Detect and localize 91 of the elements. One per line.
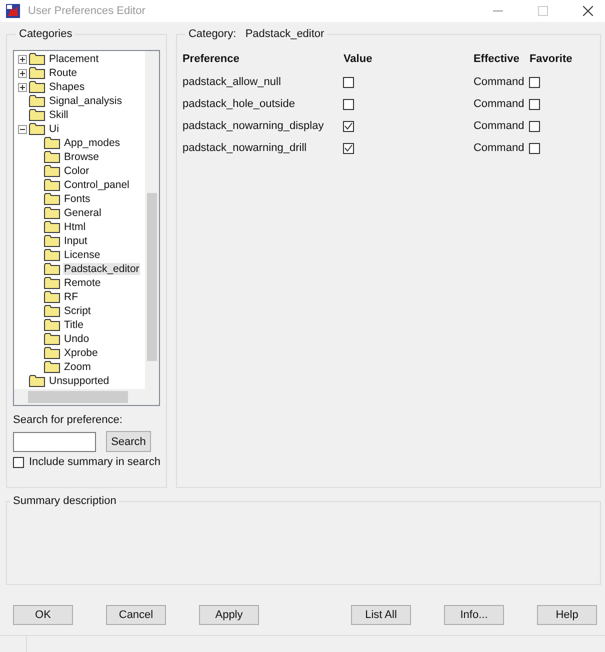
preference-name: padstack_hole_outside — [182, 97, 296, 111]
folder-icon — [29, 95, 45, 107]
checkbox-label: Include summary in search — [29, 456, 160, 468]
tree-item[interactable]: Xprobe — [63, 347, 99, 359]
tree-item[interactable]: Remote — [63, 277, 102, 289]
folder-icon — [44, 263, 60, 275]
expand-icon[interactable] — [18, 54, 27, 64]
tree-item[interactable]: Shapes — [48, 81, 86, 93]
value-checkbox[interactable] — [343, 120, 354, 132]
tree-item[interactable]: License — [63, 249, 102, 261]
folder-icon — [44, 319, 60, 331]
collapse-icon[interactable] — [18, 124, 27, 134]
tree-item[interactable]: Input — [63, 235, 88, 247]
dialog-button[interactable]: List All — [351, 605, 411, 625]
search-label: Search for preference: — [13, 414, 124, 426]
tree-item[interactable]: Browse — [63, 151, 100, 163]
dialog-button[interactable]: Help — [537, 605, 597, 625]
effective-cell-text: Command — [473, 141, 526, 155]
folder-icon — [29, 67, 45, 79]
folder-icon — [44, 291, 60, 303]
tree-item[interactable]: Zoom — [63, 361, 92, 373]
folder-icon — [29, 81, 45, 93]
close-icon[interactable] — [583, 6, 593, 16]
category-name: Padstack_editor — [245, 28, 324, 40]
dialog-button[interactable]: Info... — [444, 605, 504, 625]
folder-icon — [29, 109, 45, 121]
tree-item[interactable]: Undo — [63, 333, 90, 345]
column-header: Favorite — [529, 52, 574, 66]
search-button[interactable]: Search — [106, 431, 151, 452]
folder-icon — [44, 137, 60, 149]
folder-icon — [44, 347, 60, 359]
effective-cell-text: Command — [473, 75, 526, 89]
tree-item[interactable]: Padstack_editor — [63, 263, 140, 275]
favorite-checkbox[interactable] — [529, 76, 540, 88]
favorite-checkbox[interactable] — [529, 120, 540, 132]
tree-item[interactable]: Skill — [48, 109, 70, 121]
group-title: Summary description — [12, 495, 118, 507]
preference-name: padstack_allow_null — [182, 75, 282, 89]
folder-icon — [44, 207, 60, 219]
favorite-checkbox[interactable] — [529, 98, 540, 110]
horizontal-scrollbar[interactable] — [14, 389, 160, 405]
column-header: Value — [343, 52, 374, 66]
tree-item[interactable]: Html — [63, 221, 87, 233]
checkbox[interactable] — [13, 456, 24, 468]
column-header: Preference — [182, 52, 240, 66]
tree-item[interactable]: Fonts — [63, 193, 92, 205]
group-title: Categories — [18, 28, 74, 40]
folder-icon — [44, 361, 60, 373]
folder-icon — [44, 305, 60, 317]
folder-icon — [44, 179, 60, 191]
folder-icon — [44, 277, 60, 289]
tree-item[interactable]: Color — [63, 165, 90, 177]
search-field[interactable] — [13, 432, 96, 452]
tree-item[interactable]: Title — [63, 319, 84, 331]
effective-cell-text: Command — [473, 119, 526, 133]
folder-icon — [29, 53, 45, 65]
folder-icon — [44, 165, 60, 177]
value-checkbox[interactable] — [343, 76, 354, 88]
tree-item[interactable]: Route — [48, 67, 78, 79]
value-checkbox[interactable] — [343, 142, 354, 154]
folder-icon — [29, 375, 45, 387]
dialog-button[interactable]: OK — [13, 605, 73, 625]
tree-item[interactable]: Control_panel — [63, 179, 130, 191]
app-icon — [6, 4, 20, 18]
folder-icon — [29, 123, 45, 135]
preference-name: padstack_nowarning_drill — [182, 141, 308, 155]
column-header: Effective — [473, 52, 520, 66]
folder-icon — [44, 235, 60, 247]
expand-icon[interactable] — [18, 82, 27, 92]
favorite-checkbox[interactable] — [529, 142, 540, 154]
tree-item[interactable]: Script — [63, 305, 92, 317]
tree-item[interactable]: Placement — [48, 53, 100, 65]
tree-item[interactable]: Unsupported — [48, 375, 110, 387]
window-title: User Preferences Editor — [28, 5, 146, 17]
folder-icon — [44, 151, 60, 163]
expand-icon[interactable] — [18, 68, 27, 78]
tree-item[interactable]: General — [63, 207, 102, 219]
tree-item[interactable]: App_modes — [63, 137, 122, 149]
tree-item[interactable]: Ui — [48, 123, 60, 135]
tree-item[interactable]: RF — [63, 291, 79, 303]
dialog-button[interactable]: Apply — [199, 605, 259, 625]
category-label: Category: — [188, 28, 236, 40]
value-checkbox[interactable] — [343, 98, 354, 110]
folder-icon — [44, 249, 60, 261]
folder-icon — [44, 193, 60, 205]
effective-cell-text: Command — [473, 97, 526, 111]
folder-icon — [44, 221, 60, 233]
tree-item[interactable]: Signal_analysis — [48, 95, 123, 107]
preference-name: padstack_nowarning_display — [182, 119, 325, 133]
folder-icon — [44, 333, 60, 345]
dialog-button[interactable]: Cancel — [106, 605, 166, 625]
